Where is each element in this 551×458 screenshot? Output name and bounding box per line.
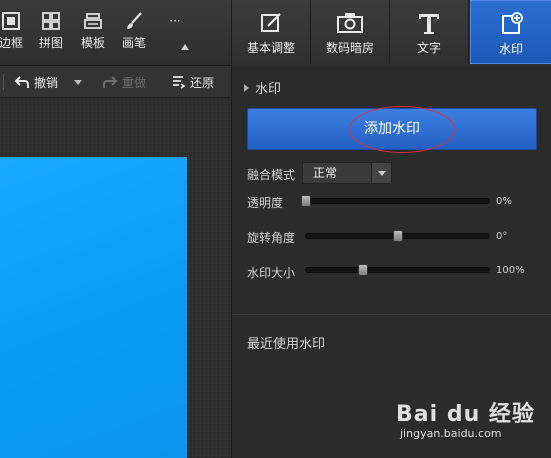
- slider-thumb[interactable]: [301, 195, 311, 207]
- redo-icon: [103, 76, 118, 88]
- blend-mode-label: 融合模式: [247, 168, 296, 182]
- slider-thumb[interactable]: [357, 264, 368, 276]
- text-icon: [419, 14, 439, 34]
- site-watermark-sub: jingyan.baidu.com: [400, 427, 502, 440]
- divider: [232, 314, 551, 315]
- redo-label: 重做: [122, 75, 147, 90]
- brush-icon: [127, 12, 142, 29]
- photo-canvas[interactable]: [0, 157, 187, 458]
- restore-button[interactable]: 还原: [170, 73, 214, 91]
- opacity-value: 0%: [496, 196, 512, 207]
- undo-label: 撤销: [34, 75, 59, 90]
- rotation-slider[interactable]: [305, 230, 490, 242]
- tab-text[interactable]: 文字: [390, 0, 469, 64]
- collage-tool-label: 拼图: [38, 36, 63, 50]
- slider-thumb[interactable]: [392, 230, 403, 242]
- section-header[interactable]: 水印: [244, 78, 281, 97]
- tab-basic-adjust[interactable]: 基本调整: [232, 0, 311, 64]
- tab-watermark[interactable]: 水印: [470, 0, 551, 64]
- rotation-value: 0°: [496, 231, 508, 242]
- opacity-slider[interactable]: [301, 195, 490, 207]
- more-tools[interactable]: ···: [160, 14, 190, 64]
- watermark-icon: [502, 12, 523, 34]
- canvas-area[interactable]: [0, 99, 231, 458]
- restore-label: 还原: [190, 75, 215, 90]
- undo-icon: [14, 76, 29, 88]
- template-icon: [84, 13, 102, 29]
- size-slider[interactable]: [305, 264, 490, 276]
- edit-icon: [261, 13, 281, 32]
- tab-basic-adjust-label: 基本调整: [246, 41, 295, 55]
- tab-text-label: 文字: [416, 41, 441, 55]
- section-title: 水印: [255, 82, 282, 97]
- divider: [3, 74, 4, 90]
- frame-icon: [2, 12, 20, 30]
- restore-icon: [173, 76, 186, 89]
- blend-mode-select[interactable]: 正常: [302, 162, 392, 184]
- tab-watermark-label: 水印: [498, 42, 523, 56]
- expand-caret-icon[interactable]: [181, 44, 189, 50]
- collage-tool[interactable]: 拼图: [36, 10, 66, 60]
- frame-tool[interactable]: 边框: [0, 10, 28, 60]
- redo-button[interactable]: 重做: [102, 73, 146, 91]
- chevron-down-icon: [371, 163, 391, 183]
- template-tool[interactable]: 模板: [78, 10, 108, 60]
- brush-tool-label: 画笔: [121, 36, 146, 50]
- more-icon: ···: [169, 14, 181, 28]
- site-watermark-main: Bai du 经验: [396, 402, 535, 427]
- template-tool-label: 模板: [80, 36, 105, 50]
- brush-tool[interactable]: 画笔: [119, 10, 149, 60]
- blend-mode-value: 正常: [313, 166, 338, 180]
- size-value: 100%: [496, 265, 525, 276]
- site-watermark-logo: Bai du 经验 jingyan.baidu.com: [396, 396, 546, 446]
- highlight-circle: [349, 106, 455, 153]
- grid-icon: [42, 12, 60, 30]
- undo-button[interactable]: 撤销: [14, 73, 58, 91]
- opacity-label: 透明度: [247, 196, 284, 210]
- camera-icon: [337, 13, 363, 33]
- tab-digital-darkroom-label: 数码暗房: [325, 41, 374, 55]
- undo-dropdown-icon[interactable]: [74, 80, 82, 85]
- recent-watermarks-title: 最近使用水印: [247, 337, 326, 352]
- collapse-arrow-icon: [244, 83, 249, 92]
- tab-digital-darkroom[interactable]: 数码暗房: [311, 0, 390, 64]
- function-tabs: 基本调整 数码暗房 文字 水印: [231, 0, 551, 66]
- size-label: 水印大小: [247, 266, 296, 280]
- left-toolbar: 边框 拼图 模板 画笔 ···: [0, 0, 231, 66]
- history-bar: 撤销 重做 还原: [0, 66, 231, 98]
- rotation-label: 旋转角度: [247, 231, 296, 245]
- frame-tool-label: 边框: [0, 36, 23, 50]
